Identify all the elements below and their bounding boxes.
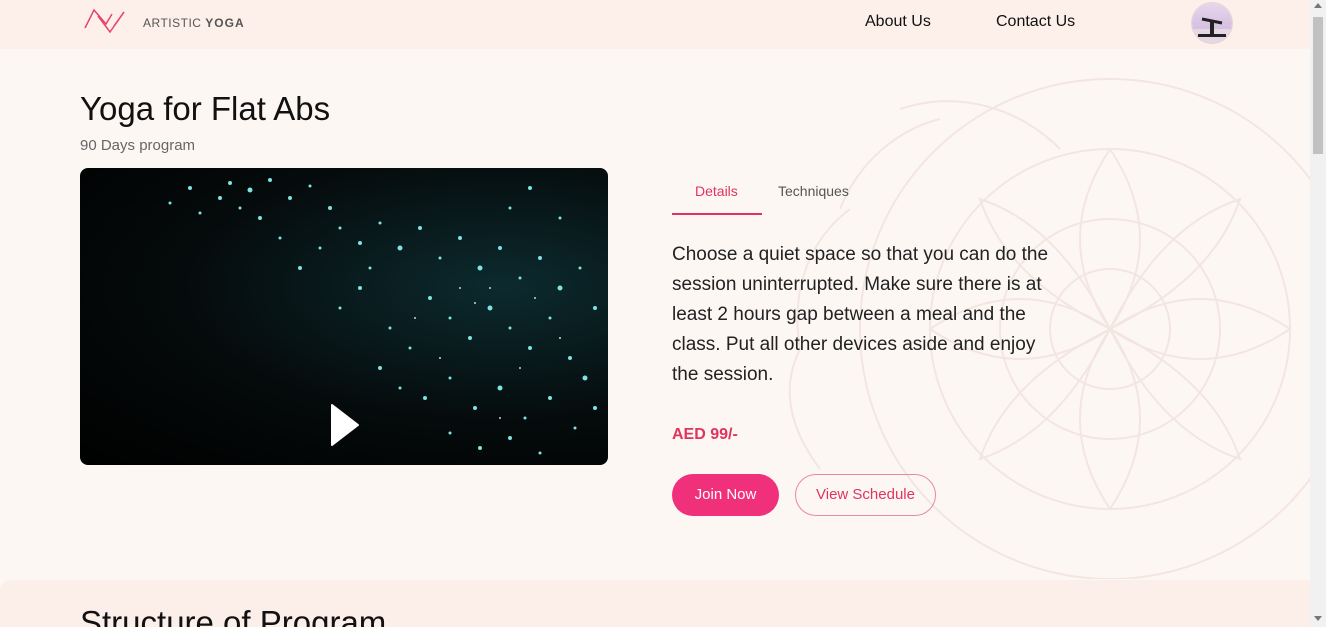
header-bar: ARTISTIC YOGA About Us Contact Us <box>0 0 1310 49</box>
user-avatar[interactable] <box>1192 3 1232 43</box>
page-scrollbar[interactable] <box>1310 0 1326 627</box>
scroll-up-arrow-icon[interactable] <box>1314 3 1322 8</box>
structure-section: Structure of Program <box>0 580 1310 627</box>
nav-about-us[interactable]: About Us <box>865 13 931 31</box>
play-icon[interactable] <box>330 403 360 447</box>
program-duration: 90 Days program <box>80 137 196 154</box>
program-price: AED 99/- <box>672 426 738 443</box>
join-now-button[interactable]: Join Now <box>672 474 779 516</box>
user-avatar-icon <box>1192 17 1232 43</box>
nav-contact-us[interactable]: Contact Us <box>996 13 1075 31</box>
logo-text: ARTISTIC YOGA <box>143 16 245 30</box>
scroll-down-arrow-icon[interactable] <box>1314 616 1322 621</box>
logo-mark-icon <box>84 8 125 34</box>
active-tab-indicator <box>672 213 762 215</box>
tab-techniques[interactable]: Techniques <box>778 183 849 199</box>
structure-section-title: Structure of Program <box>80 604 387 627</box>
brand-logo[interactable]: ARTISTIC YOGA <box>84 6 254 40</box>
scrollbar-thumb[interactable] <box>1313 17 1323 154</box>
view-schedule-button[interactable]: View Schedule <box>795 474 936 516</box>
tab-details[interactable]: Details <box>695 183 738 199</box>
page-title: Yoga for Flat Abs <box>80 90 331 127</box>
program-description: Choose a quiet space so that you can do … <box>672 244 1049 385</box>
